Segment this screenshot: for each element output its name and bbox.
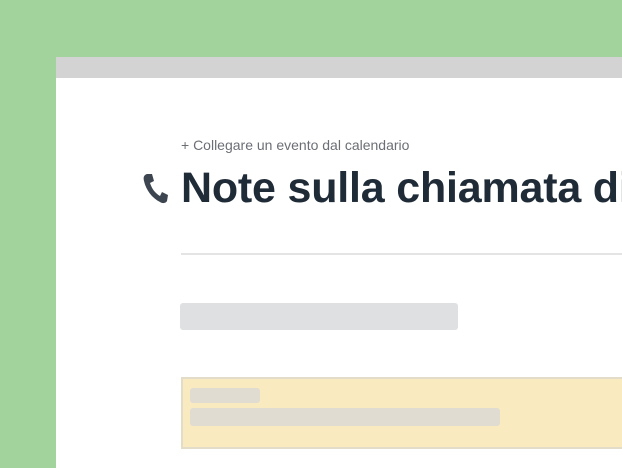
phone-icon	[143, 174, 168, 204]
content-placeholder-bar	[180, 303, 458, 330]
page-title: Note sulla chiamata di	[181, 164, 622, 212]
highlighted-note-box	[181, 377, 622, 449]
top-toolbar-bar	[56, 57, 622, 78]
title-divider	[181, 253, 622, 255]
note-placeholder-line-short	[190, 388, 260, 403]
document-page: + Collegare un evento dal calendario Not…	[56, 57, 622, 468]
note-placeholder-line-long	[190, 408, 500, 426]
link-calendar-event-button[interactable]: + Collegare un evento dal calendario	[181, 137, 409, 153]
